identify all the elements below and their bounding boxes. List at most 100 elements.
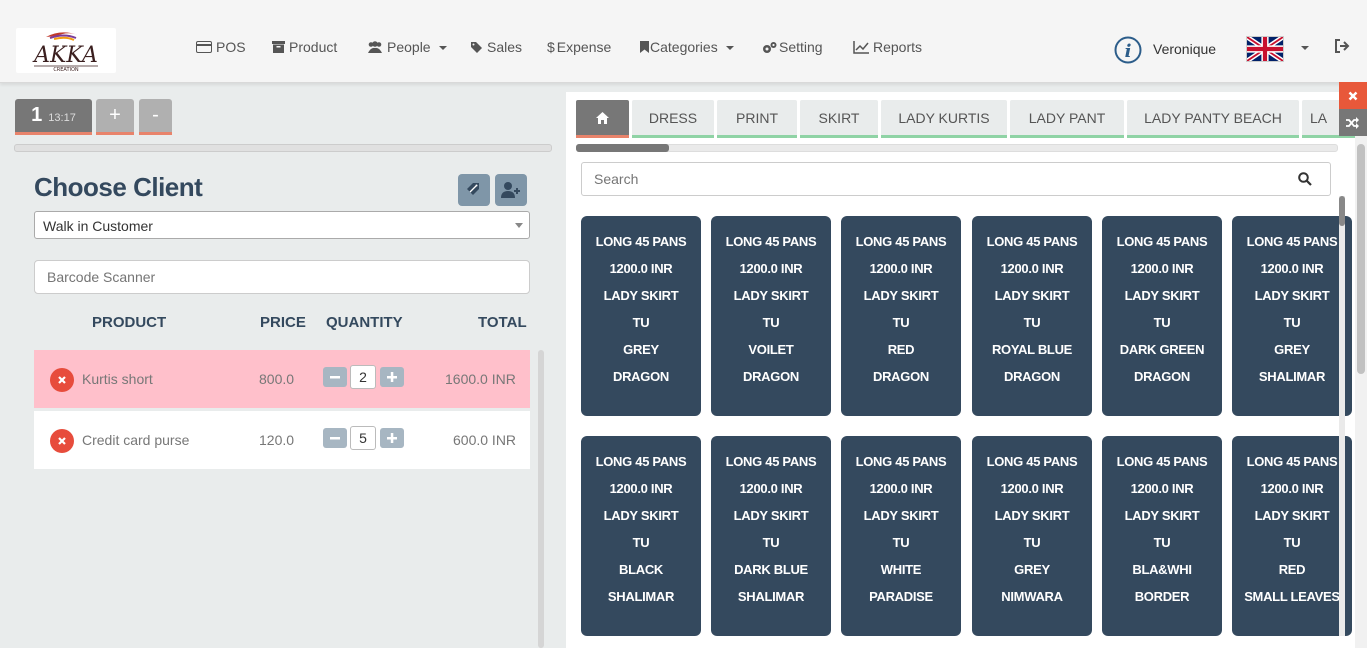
uk-flag-icon[interactable] (1245, 35, 1285, 63)
tags-icon (467, 183, 479, 195)
qty-increment-button[interactable] (380, 428, 404, 448)
barcode-scanner-input[interactable] (34, 260, 530, 294)
nav-expense[interactable]: $ Expense (547, 37, 611, 57)
product-price: 1200.0 INR (1260, 481, 1324, 496)
product-card[interactable]: LONG 45 PANS 1200.0 INR LADY SKIRT TU BLACK S… (581, 436, 701, 636)
product-grid-scrollbar[interactable] (1339, 196, 1345, 636)
nav-product[interactable]: Product (272, 37, 337, 57)
add-client-button[interactable] (495, 174, 527, 206)
bookmark-icon (640, 41, 649, 53)
nav-sales[interactable]: Sales (470, 37, 522, 57)
product-design: DRAGON (613, 369, 669, 384)
qty-input[interactable]: 2 (350, 365, 376, 389)
nav-expense-label: Expense (556, 39, 612, 55)
product-card[interactable]: LONG 45 PANS 1200.0 INR LADY SKIRT TU ROYAL … (972, 216, 1092, 416)
category-tab-skirt[interactable]: SKIRT (800, 100, 878, 138)
col-header-price: PRICE (260, 314, 306, 331)
product-color: DARK BLUE (734, 562, 808, 577)
product-price: 1200.0 INR (1000, 481, 1064, 496)
product-card[interactable]: LONG 45 PANS 1200.0 INR LADY SKIRT TU WHITE P… (841, 436, 961, 636)
product-card[interactable]: LONG 45 PANS 1200.0 INR LADY SKIRT TU RED SMA… (1232, 436, 1352, 636)
order-number: 1 (31, 104, 43, 126)
category-tab-home[interactable] (576, 100, 629, 138)
item-price: 120.0 (259, 432, 295, 448)
product-panel: DRESS PRINT SKIRT LADY KURTIS LADY PANT … (566, 92, 1355, 648)
page-scrollbar-thumb[interactable] (1357, 144, 1365, 374)
product-card[interactable]: LONG 45 PANS 1200.0 INR LADY SKIRT TU GREY NI… (972, 436, 1092, 636)
category-tab-dress[interactable]: DRESS (632, 100, 714, 138)
product-grid-scrollbar-thumb[interactable] (1339, 196, 1345, 226)
nav-setting[interactable]: Setting (762, 37, 823, 57)
choose-client-title: Choose Client (34, 172, 203, 202)
product-card[interactable]: LONG 45 PANS 1200.0 INR LADY SKIRT TU GREY DR… (581, 216, 701, 416)
product-name: LONG 45 PANS (855, 234, 947, 249)
nav-categories[interactable]: Categories (640, 37, 734, 57)
product-category: LADY SKIRT (1254, 288, 1330, 303)
col-header-quantity: QUANTITY (326, 314, 403, 331)
nav-reports[interactable]: Reports (853, 37, 922, 57)
product-card[interactable]: LONG 45 PANS 1200.0 INR LADY SKIRT TU DARK G… (1102, 216, 1222, 416)
plus-icon (387, 372, 397, 382)
product-color: BLA&WHI (1132, 562, 1192, 577)
search-icon[interactable] (1298, 172, 1312, 191)
item-price: 800.0 (259, 371, 295, 387)
nav-reports-label: Reports (873, 39, 923, 55)
product-category: LADY SKIRT (733, 288, 809, 303)
qty-increment-button[interactable] (380, 367, 404, 387)
product-name: LONG 45 PANS (595, 234, 687, 249)
category-scrollbar-thumb[interactable] (576, 144, 669, 152)
category-tab-lady-kurtis[interactable]: LADY KURTIS (881, 100, 1007, 138)
nav-product-label: Product (289, 39, 338, 55)
nav-pos[interactable]: POS (196, 37, 246, 57)
shuffle-button[interactable] (1339, 109, 1367, 136)
add-order-button[interactable]: + (96, 99, 134, 135)
remove-item-button[interactable] (50, 368, 74, 392)
chevron-down-icon (515, 223, 523, 228)
product-size: TU (1153, 315, 1171, 330)
qty-input[interactable]: 5 (350, 426, 376, 450)
product-card[interactable]: LONG 45 PANS 1200.0 INR LADY SKIRT TU BLA&WH… (1102, 436, 1222, 636)
remove-order-button[interactable]: - (139, 99, 172, 135)
order-list-scrollbar[interactable] (538, 350, 544, 648)
close-icon (58, 376, 66, 384)
product-card[interactable]: LONG 45 PANS 1200.0 INR LADY SKIRT TU VOILET… (711, 216, 831, 416)
nav-people[interactable]: People (367, 37, 447, 57)
product-design: DRAGON (873, 369, 929, 384)
logout-icon[interactable] (1334, 39, 1350, 58)
order-row[interactable]: Credit card purse 120.0 5 600.0 INR (34, 411, 530, 469)
product-color: GREY (1014, 562, 1050, 577)
client-select[interactable]: Walk in Customer (34, 211, 530, 239)
product-category: LADY SKIRT (603, 508, 679, 523)
product-name: LONG 45 PANS (725, 234, 817, 249)
product-size: TU (1023, 535, 1041, 550)
product-size: TU (1283, 315, 1301, 330)
order-row[interactable]: Kurtis short 800.0 2 1600.0 INR (34, 350, 530, 408)
order-tab-active[interactable]: 1 13:17 (15, 99, 92, 135)
cogs-icon (763, 41, 777, 53)
category-tab-lady-pant[interactable]: LADY PANT (1010, 100, 1124, 138)
close-panel-button[interactable] (1339, 82, 1367, 109)
category-tab-lady-panty-beach[interactable]: LADY PANTY BEACH (1127, 100, 1299, 138)
minus-icon (330, 437, 340, 440)
remove-item-button[interactable] (50, 429, 74, 453)
product-design: SHALIMAR (737, 589, 805, 604)
info-icon[interactable]: i (1114, 36, 1142, 64)
product-card[interactable]: LONG 45 PANS 1200.0 INR LADY SKIRT TU DARK B… (711, 436, 831, 636)
product-design: SHALIMAR (607, 589, 675, 604)
product-size: TU (1023, 315, 1041, 330)
discount-button[interactable] (458, 174, 490, 206)
product-card[interactable]: LONG 45 PANS 1200.0 INR LADY SKIRT TU RED DRA… (841, 216, 961, 416)
qty-decrement-button[interactable] (323, 428, 347, 448)
product-search-input[interactable] (581, 162, 1331, 196)
tag-icon (471, 41, 482, 53)
qty-decrement-button[interactable] (323, 367, 347, 387)
category-scrollbar-track[interactable] (576, 144, 1338, 152)
language-dropdown-icon[interactable] (1301, 46, 1309, 50)
product-card[interactable]: LONG 45 PANS 1200.0 INR LADY SKIRT TU GREY SH… (1232, 216, 1352, 416)
order-tabs-scrollbar[interactable] (14, 144, 552, 152)
product-size: TU (1283, 535, 1301, 550)
category-tab-print[interactable]: PRINT (717, 100, 797, 138)
akka-creation-logo[interactable]: AKKA CREATION (16, 28, 116, 73)
user-name[interactable]: Veronique (1153, 41, 1216, 57)
product-color: ROYAL BLUE (991, 342, 1073, 357)
